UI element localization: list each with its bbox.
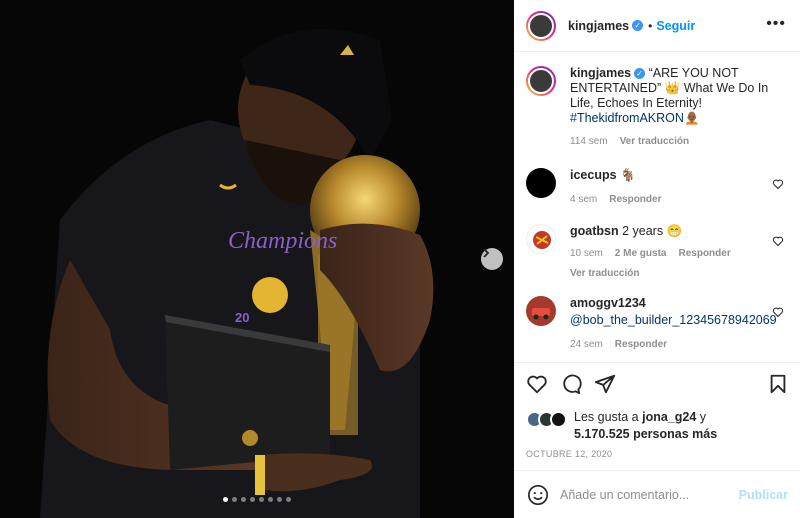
caption-age: 114 sem	[570, 136, 608, 147]
comment-item: amoggv1234 @bob_the_builder_123456789420…	[526, 296, 788, 356]
post-photo: Champions 20	[0, 0, 514, 518]
carousel-dot	[241, 497, 246, 502]
chevron-right-icon	[483, 248, 490, 258]
comment-age: 24 sem	[570, 339, 603, 350]
comment-text: 🐐	[620, 168, 636, 182]
post-sidebar: kingjames ✓ • Seguir ••• kingjames ✓ “ARE…	[514, 0, 800, 518]
reply-button[interactable]: Responder	[615, 337, 667, 352]
comment-username[interactable]: amoggv1234	[570, 296, 646, 310]
carousel-dot	[232, 497, 237, 502]
comment-age: 10 sem	[570, 248, 603, 259]
comment-item: goatbsn 2 years 😁 10 sem 2 Me gusta Resp…	[526, 224, 788, 284]
post-actions: Les gusta a jona_g24 y 5.170.525 persona…	[514, 362, 800, 470]
comment-meta: 4 sem Responder	[570, 192, 770, 207]
svg-text:20: 20	[235, 310, 249, 325]
comment-bubble-icon[interactable]	[560, 373, 582, 395]
commenter-avatar[interactable]	[526, 224, 556, 254]
likes-text: Les gusta a jona_g24 y 5.170.525 persona…	[574, 409, 717, 443]
liker-username[interactable]: jona_g24	[642, 410, 696, 424]
comment-body: goatbsn 2 years 😁 10 sem 2 Me gusta Resp…	[570, 224, 770, 281]
comment-translate-row: Ver traducción	[570, 266, 770, 281]
add-comment-bar: Publicar	[514, 470, 800, 518]
comments-section[interactable]: kingjames ✓ “ARE YOU NOT ENTERTAINED” 👑 W…	[514, 52, 800, 362]
verified-badge-icon: ✓	[632, 20, 644, 31]
author-username[interactable]: kingjames	[568, 19, 629, 33]
like-comment-heart-icon[interactable]	[772, 235, 784, 247]
comment-meta: 24 sem Responder	[570, 337, 780, 352]
liker-avatars[interactable]	[526, 409, 574, 429]
caption-hashtag[interactable]: #ThekidfromAKRON	[570, 111, 684, 125]
save-bookmark-icon[interactable]	[767, 373, 789, 395]
like-comment-heart-icon[interactable]	[772, 306, 784, 318]
caption-emoji: 🧑🏾‍🦲	[683, 111, 700, 125]
comment-input[interactable]	[560, 485, 730, 505]
carousel-dot	[223, 497, 228, 502]
post-image[interactable]: Champions 20	[0, 0, 514, 518]
carousel-indicator	[0, 497, 514, 502]
comment-username[interactable]: goatbsn	[570, 224, 619, 238]
comment-username[interactable]: icecups	[570, 168, 617, 182]
comment-meta: 10 sem 2 Me gusta Responder	[570, 246, 770, 261]
caption-translate-link[interactable]: Ver traducción	[620, 134, 689, 149]
author-avatar[interactable]	[526, 10, 556, 41]
carousel-dot	[286, 497, 291, 502]
commenter-avatar[interactable]	[526, 168, 556, 198]
comment-body: icecups 🐐 4 sem Responder	[570, 168, 770, 207]
likes-count[interactable]: 5.170.525 personas más	[574, 427, 717, 441]
carousel-dot	[268, 497, 273, 502]
caption-avatar[interactable]	[526, 66, 556, 96]
likes-prefix: Les gusta a	[574, 410, 643, 424]
caption: kingjames ✓ “ARE YOU NOT ENTERTAINED” 👑 W…	[526, 66, 788, 156]
like-heart-icon[interactable]	[526, 373, 548, 395]
comment-body: amoggv1234 @bob_the_builder_123456789420…	[570, 296, 780, 352]
publish-button[interactable]: Publicar	[739, 488, 788, 502]
post-header: kingjames ✓ • Seguir •••	[514, 0, 800, 52]
like-comment-heart-icon[interactable]	[772, 178, 784, 190]
reply-button[interactable]: Responder	[678, 246, 730, 261]
carousel-dot	[277, 497, 282, 502]
comment-item: icecups 🐐 4 sem Responder	[526, 168, 788, 208]
comment-age: 4 sem	[570, 194, 598, 205]
shirt-graphic: Champions	[228, 228, 337, 254]
share-paper-plane-icon[interactable]	[594, 373, 616, 395]
post-date[interactable]: OCTUBRE 12, 2020	[526, 449, 612, 459]
comment-mention[interactable]: @bob_the_builder_12345678942069	[570, 313, 780, 328]
reply-button[interactable]: Responder	[609, 192, 661, 207]
carousel-dot	[259, 497, 264, 502]
more-options-icon[interactable]: •••	[766, 16, 786, 32]
carousel-dot	[250, 497, 255, 502]
emoji-smiley-icon[interactable]	[527, 484, 549, 506]
commenter-avatar[interactable]	[526, 296, 556, 326]
follow-button[interactable]: Seguir	[656, 19, 695, 33]
likes-suffix: y	[696, 410, 707, 424]
verified-badge-icon: ✓	[634, 68, 646, 79]
carousel-next-button[interactable]	[481, 248, 503, 270]
comment-text: 2 years 😁	[622, 224, 683, 238]
caption-username[interactable]: kingjames	[570, 66, 631, 80]
comment-likes-count[interactable]: 2 Me gusta	[615, 246, 667, 261]
caption-meta: 114 sem Ver traducción	[570, 134, 770, 149]
likes-summary: Les gusta a jona_g24 y 5.170.525 persona…	[526, 409, 717, 443]
caption-body: kingjames ✓ “ARE YOU NOT ENTERTAINED” 👑 W…	[570, 66, 770, 149]
separator-dot: •	[648, 18, 653, 33]
comment-translate-link[interactable]: Ver traducción	[570, 266, 639, 281]
